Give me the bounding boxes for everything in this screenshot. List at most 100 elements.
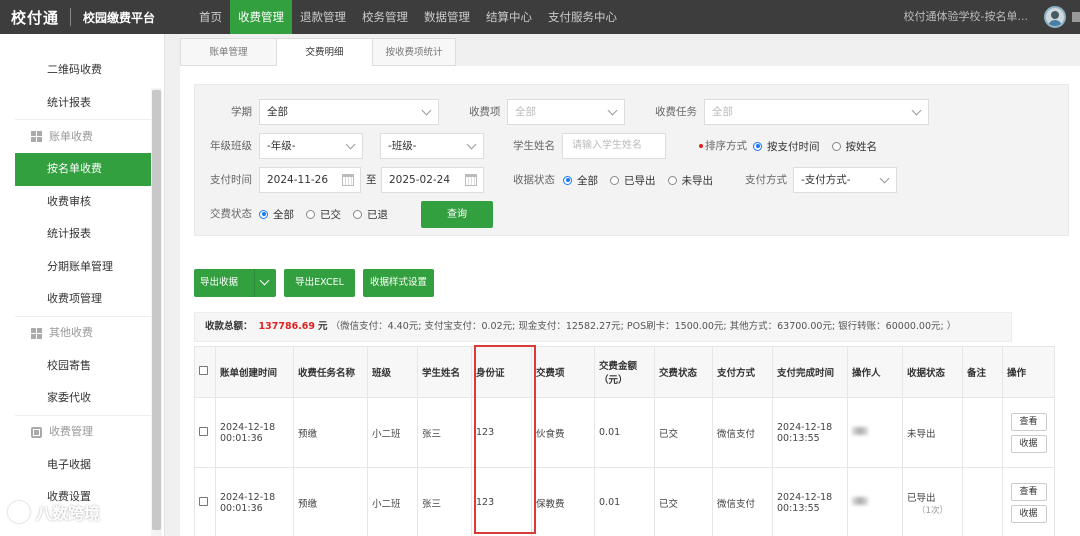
grade-select[interactable]: -年级-: [259, 133, 363, 159]
sidebar-item-9[interactable]: 校园寄售: [15, 350, 151, 383]
sidebar-item-5[interactable]: 统计报表: [15, 218, 151, 251]
receipt-button[interactable]: 收据: [1010, 434, 1047, 453]
pay-method-select[interactable]: -支付方式-: [793, 167, 897, 193]
tab-2[interactable]: 按收费项统计: [372, 38, 456, 66]
cell-remark: [962, 467, 1003, 536]
sidebar-item-7[interactable]: 收费项管理: [15, 283, 151, 316]
nav-item-0[interactable]: 首页: [191, 0, 230, 34]
charge-task-select[interactable]: 全部: [704, 99, 929, 125]
calendar-icon[interactable]: [342, 174, 354, 186]
sort-radio-0[interactable]: 按支付时间: [753, 139, 820, 154]
cell-student: 张三: [417, 397, 472, 468]
status-radio-0[interactable]: 全部: [259, 207, 294, 222]
row-checkbox[interactable]: [199, 496, 208, 506]
receipt-status-radio-group: 全部 已导出 未导出: [563, 167, 725, 193]
receipt-radio-0[interactable]: 全部: [563, 173, 598, 188]
cell-amount: 0.01: [594, 467, 655, 536]
cell-operator: [847, 467, 903, 536]
row-select-cell[interactable]: [194, 467, 216, 536]
receipt-status-text: 已导出: [907, 492, 936, 504]
summary-unit: 元: [318, 321, 328, 332]
date-from-input[interactable]: 2024-11-26: [259, 167, 361, 193]
receipt-radio-2[interactable]: 未导出: [667, 173, 713, 188]
required-marker: [699, 144, 703, 148]
nav-item-5[interactable]: 结算中心: [478, 0, 540, 34]
query-button[interactable]: 查询: [421, 201, 493, 228]
sidebar-scrollbar-thumb[interactable]: [152, 90, 161, 530]
receipt-radio-label: 已导出: [624, 174, 656, 187]
user-avatar-icon[interactable]: [1044, 6, 1066, 28]
column-header-0: 账单创建时间: [215, 346, 294, 398]
sort-radio-1[interactable]: 按姓名: [831, 139, 877, 154]
sidebar-item-0[interactable]: 二维码收费: [15, 54, 151, 87]
nav-item-6[interactable]: 支付服务中心: [540, 0, 625, 34]
sidebar-group-11: 收费管理: [15, 414, 151, 449]
summary-breakdown: （微信支付：4.40元; 支付宝支付：0.02元; 现金支付：12582.27元…: [330, 321, 957, 332]
receipt-status-text: 未导出: [907, 428, 936, 440]
charge-item-select[interactable]: 全部: [507, 99, 625, 125]
nav-item-4[interactable]: 数据管理: [416, 0, 478, 34]
app-logo[interactable]: 校付通: [0, 0, 70, 34]
operator-name-redacted: [852, 497, 868, 505]
receipt-style-settings-button[interactable]: 收据样式设置: [363, 269, 434, 297]
pay-status-label: 交费状态: [210, 208, 252, 220]
nav-item-1[interactable]: 收费管理: [230, 0, 292, 34]
calendar-icon[interactable]: [465, 174, 477, 186]
view-button[interactable]: 查看: [1010, 412, 1047, 431]
sidebar-item-4[interactable]: 收费审核: [15, 186, 151, 219]
cell-created: 2024-12-18 00:01:36: [215, 467, 294, 536]
tab-0[interactable]: 账单管理: [180, 38, 276, 66]
school-name[interactable]: 校付通体验学校-按名单...: [904, 0, 1028, 34]
date-to-input[interactable]: 2025-02-24: [381, 167, 484, 193]
nav-item-2[interactable]: 退款管理: [292, 0, 354, 34]
nav-item-3[interactable]: 校务管理: [354, 0, 416, 34]
sidebar-item-6[interactable]: 分期账单管理: [15, 251, 151, 284]
student-name-input[interactable]: 请输入学生姓名: [562, 133, 666, 159]
sidebar-item-3[interactable]: 按名单收费: [15, 153, 151, 186]
charge-item-placeholder: 全部: [515, 106, 536, 118]
filter-panel: 学期 全部 收费项 全部 收费任务 全部 年级班级 -年级- -班级- 学生姓名…: [194, 84, 1069, 236]
status-radio-label: 已交: [320, 208, 341, 221]
status-radio-2[interactable]: 已退: [353, 207, 388, 222]
pay-status-radio-group: 全部 已交 已退: [259, 201, 400, 227]
class-select[interactable]: -班级-: [380, 133, 484, 159]
user-name-fragment[interactable]: [1072, 12, 1080, 22]
chevron-down-icon[interactable]: [254, 269, 276, 297]
sidebar-item-10[interactable]: 家委代收: [15, 382, 151, 415]
term-select[interactable]: 全部: [259, 99, 439, 125]
row-checkbox[interactable]: [199, 426, 208, 436]
tab-1[interactable]: 交费明细: [276, 38, 372, 66]
export-receipt-button[interactable]: 导出收据: [194, 269, 254, 297]
grade-class-label: 年级班级: [210, 140, 252, 152]
column-header-10: 操作人: [847, 346, 903, 398]
sort-radio-label: 按支付时间: [767, 140, 820, 153]
receipt-button[interactable]: 收据: [1010, 504, 1047, 523]
select-all-checkbox[interactable]: [199, 366, 208, 375]
status-radio-1[interactable]: 已交: [306, 207, 341, 222]
sort-label: 排序方式: [705, 140, 747, 152]
column-header-9: 支付完成时间: [772, 346, 848, 398]
export-excel-button[interactable]: 导出EXCEL: [284, 269, 355, 297]
sidebar-item-12[interactable]: 电子收据: [15, 449, 151, 482]
content-tabs: 账单管理 交费明细 按收费项统计: [180, 38, 456, 66]
column-header-3: 学生姓名: [417, 346, 472, 398]
receipt-status-label: 收据状态: [513, 174, 555, 186]
chevron-down-icon: [421, 105, 432, 116]
sidebar-item-1[interactable]: 统计报表: [15, 87, 151, 120]
top-navigation-bar: 校付通 校园缴费平台 首页 收费管理 退款管理 校务管理 数据管理 结算中心 支付服务中心 …: [0, 0, 1080, 34]
row-select-cell[interactable]: [194, 397, 216, 468]
receipt-radio-1[interactable]: 已导出: [610, 173, 656, 188]
main-panel: 学期 全部 收费项 全部 收费任务 全部 年级班级 -年级- -班级- 学生姓名…: [180, 66, 1080, 536]
select-all-cell[interactable]: [194, 346, 216, 398]
chevron-down-icon: [911, 105, 922, 116]
cell-task: 预缴: [293, 397, 368, 468]
radio-circle-icon: [831, 141, 841, 151]
cell-operations: 查看 收据: [1002, 467, 1055, 536]
sort-radio-group: 按支付时间 按姓名: [753, 133, 889, 159]
sidebar-group-8: 其他收费: [15, 315, 151, 350]
export-receipt-split-button[interactable]: 导出收据: [194, 269, 276, 297]
view-button[interactable]: 查看: [1010, 482, 1047, 501]
pay-time-label: 支付时间: [210, 174, 252, 186]
cell-paid_at: 2024-12-18 00:13:55: [772, 467, 848, 536]
cell-class: 小二班: [367, 467, 418, 536]
